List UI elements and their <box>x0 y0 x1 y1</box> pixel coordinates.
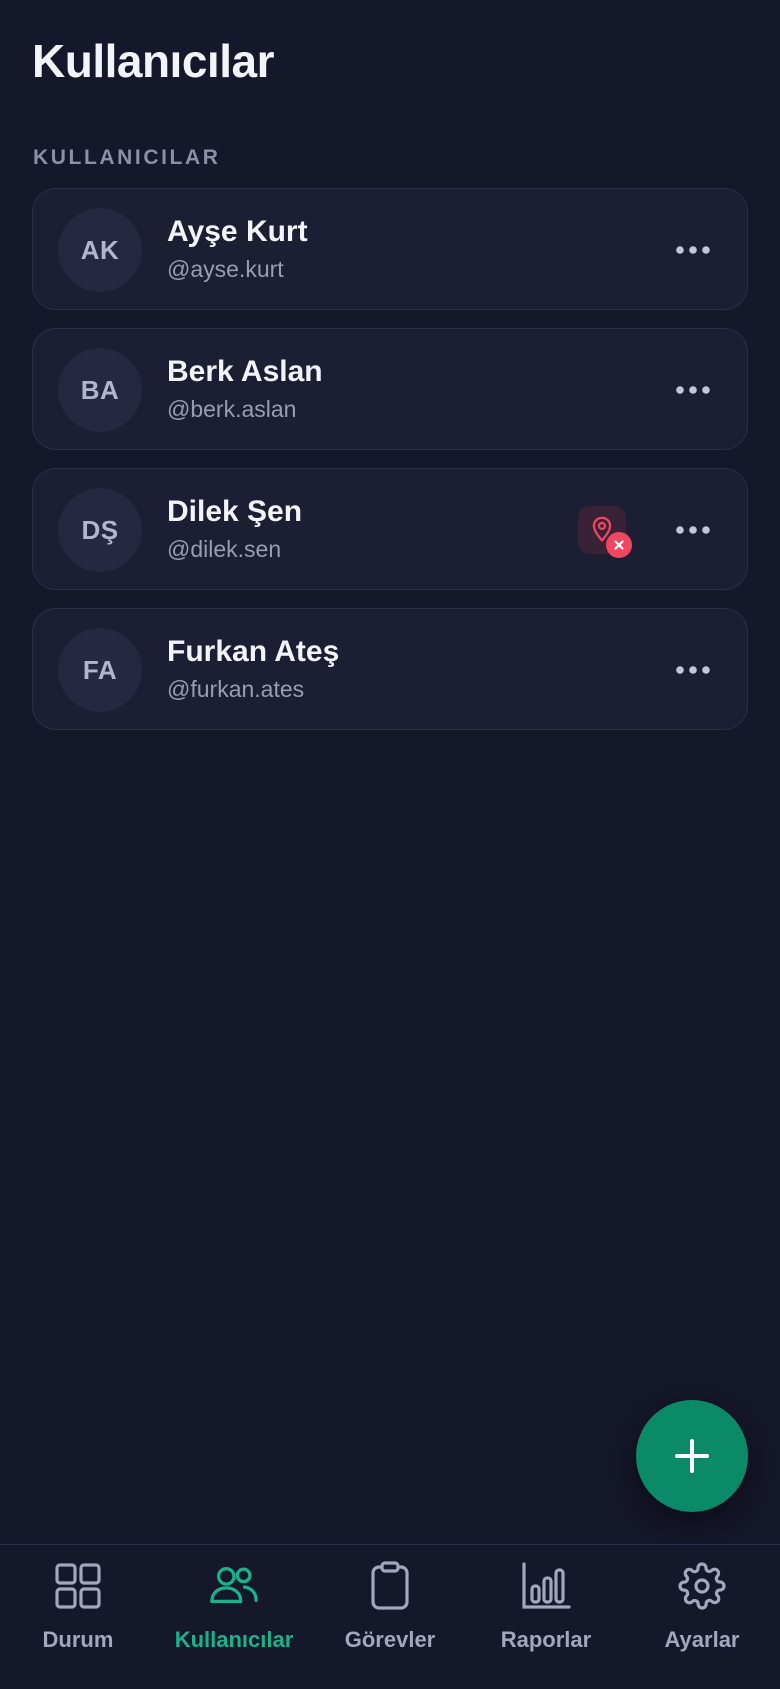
user-handle: @furkan.ates <box>167 676 305 702</box>
more-horizontal-icon <box>676 526 710 534</box>
nav-item-ayarlar[interactable]: Ayarlar <box>624 1545 780 1689</box>
more-options-button[interactable] <box>671 370 715 410</box>
user-name: Ayşe Kurt <box>167 215 308 248</box>
nav-label: Raporlar <box>500 1627 592 1652</box>
nav-label: Ayarlar <box>664 1627 740 1652</box>
more-horizontal-icon <box>676 666 710 674</box>
avatar: BA <box>58 348 142 432</box>
location-off-indicator[interactable] <box>578 506 632 558</box>
user-list: AK Ayşe Kurt @ayse.kurt BA Berk Aslan @b… <box>32 188 748 748</box>
more-options-button[interactable] <box>671 650 715 690</box>
nav-item-raporlar[interactable]: Raporlar <box>468 1545 624 1689</box>
bottom-navigation: Durum Kullanıcılar Görevler Raporlar Aya… <box>0 1544 780 1689</box>
user-card[interactable]: DŞ Dilek Şen @dilek.sen <box>32 468 748 590</box>
gear-icon <box>677 1561 727 1611</box>
avatar: AK <box>58 208 142 292</box>
more-horizontal-icon <box>676 246 710 254</box>
bar-chart-icon <box>521 1561 571 1611</box>
user-name: Berk Aslan <box>167 355 323 388</box>
page-title: Kullanıcılar <box>32 35 274 87</box>
user-card[interactable]: FA Furkan Ateş @furkan.ates <box>32 608 748 730</box>
more-horizontal-icon <box>676 386 710 394</box>
user-name: Furkan Ateş <box>167 635 340 668</box>
more-options-button[interactable] <box>671 510 715 550</box>
section-label: KULLANICILAR <box>33 146 221 169</box>
user-handle: @berk.aslan <box>167 396 297 422</box>
user-handle: @dilek.sen <box>167 536 282 562</box>
add-user-button[interactable] <box>636 1400 748 1512</box>
nav-item-kullanicilar[interactable]: Kullanıcılar <box>156 1545 312 1689</box>
user-handle: @ayse.kurt <box>167 256 284 282</box>
more-options-button[interactable] <box>671 230 715 270</box>
error-badge <box>606 532 632 558</box>
nav-item-gorevler[interactable]: Görevler <box>312 1545 468 1689</box>
plus-icon <box>675 1439 709 1473</box>
close-icon <box>614 540 624 550</box>
user-card[interactable]: AK Ayşe Kurt @ayse.kurt <box>32 188 748 310</box>
user-card[interactable]: BA Berk Aslan @berk.aslan <box>32 328 748 450</box>
grid-icon <box>53 1561 103 1611</box>
user-name: Dilek Şen <box>167 495 303 528</box>
avatar: FA <box>58 628 142 712</box>
avatar: DŞ <box>58 488 142 572</box>
nav-label: Görevler <box>344 1627 436 1652</box>
nav-item-durum[interactable]: Durum <box>0 1545 156 1689</box>
users-icon <box>209 1561 259 1611</box>
clipboard-icon <box>365 1561 415 1611</box>
nav-label: Durum <box>42 1627 114 1652</box>
nav-label: Kullanıcılar <box>174 1627 294 1652</box>
